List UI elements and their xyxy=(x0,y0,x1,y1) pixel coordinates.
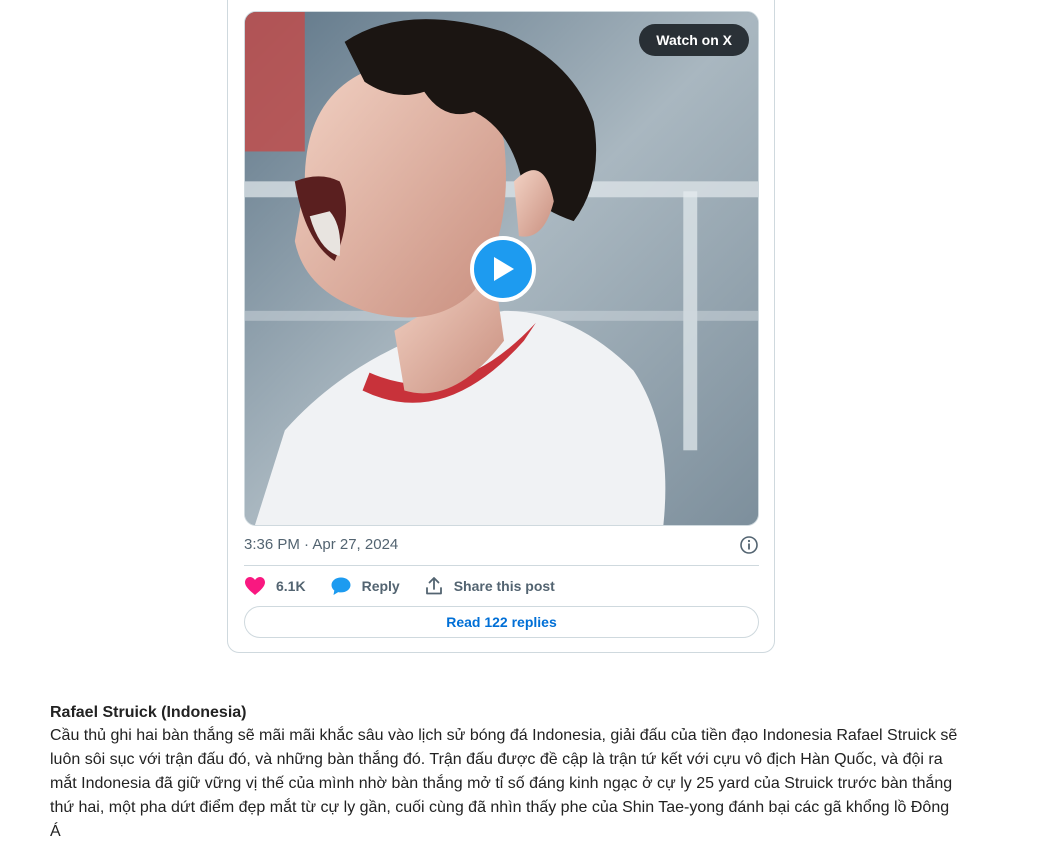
reply-button[interactable]: Reply xyxy=(330,576,400,596)
play-icon xyxy=(494,257,514,281)
speech-bubble-icon xyxy=(331,577,351,595)
like-count: 6.1K xyxy=(276,578,306,594)
reply-label: Reply xyxy=(361,578,400,594)
play-button[interactable] xyxy=(470,236,536,302)
article-body: Cầu thủ ghi hai bàn thắng sẽ mãi mãi khắ… xyxy=(50,727,958,840)
post-actions: 6.1K Reply Share this post xyxy=(244,575,579,597)
share-label: Share this post xyxy=(453,578,555,594)
divider xyxy=(244,565,759,566)
watch-on-x-button[interactable]: Watch on X xyxy=(639,24,749,56)
article-heading: Rafael Struick (Indonesia) xyxy=(50,704,247,721)
post-timestamp[interactable]: 3:36 PM · Apr 27, 2024 xyxy=(244,536,398,553)
info-icon[interactable] xyxy=(739,535,759,555)
read-replies-button[interactable]: Read 122 replies xyxy=(244,606,759,638)
article-section: Rafael Struick (Indonesia) Cầu thủ ghi h… xyxy=(50,702,960,844)
share-button[interactable]: Share this post xyxy=(424,576,555,596)
share-upload-icon xyxy=(425,577,442,595)
like-button[interactable]: 6.1K xyxy=(244,576,306,596)
video-thumbnail[interactable]: Watch on X xyxy=(244,11,759,526)
heart-icon xyxy=(245,577,265,595)
